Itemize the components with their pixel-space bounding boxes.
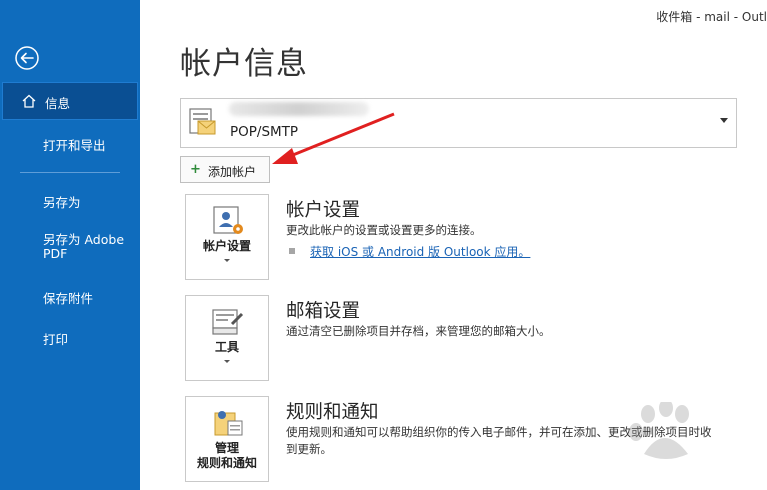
account-settings-description: 更改此帐户的设置或设置更多的连接。 [286, 223, 482, 237]
get-outlook-app-link[interactable]: 获取 iOS 或 Android 版 Outlook 应用。 [310, 243, 530, 260]
back-arrow-icon[interactable] [14, 45, 40, 71]
tools-button-label: 工具 [214, 340, 239, 354]
chevron-down-icon [224, 360, 230, 363]
sidebar: 信息 打开和导出 另存为 另存为 Adobe PDF 保存附件 打印 [0, 0, 140, 490]
window-title: 收件箱 - mail - Outl [656, 10, 767, 24]
account-settings-button-label: 帐户设置 [202, 239, 251, 253]
baidu-jingyan-watermark [629, 402, 689, 459]
nav-item-save-attachments[interactable]: 保存附件 [43, 288, 183, 307]
bullet-icon [289, 248, 295, 254]
mailbox-settings-description: 通过清空已删除项目并存档，来管理您的邮箱大小。 [286, 324, 551, 338]
dropdown-caret-icon[interactable] [720, 118, 728, 123]
account-settings-icon [213, 206, 243, 234]
nav-item-save-as[interactable]: 另存为 [43, 192, 183, 211]
page-title: 帐户信息 [180, 46, 308, 82]
nav-item-save-as-pdf[interactable]: 另存为 Adobe PDF [43, 233, 133, 261]
mailbox-settings-title: 邮箱设置 [286, 301, 361, 322]
email-account-icon [189, 108, 216, 135]
manage-rules-button[interactable]: 管理 规则和通知 [185, 396, 269, 482]
tools-button[interactable]: 工具 [185, 295, 269, 381]
add-account-label: 添加帐户 [208, 165, 257, 179]
nav-divider [20, 172, 120, 173]
nav-item-info[interactable]: 信息 [2, 82, 138, 120]
plus-icon: + [190, 162, 201, 177]
add-account-button[interactable]: + 添加帐户 [180, 156, 270, 183]
nav-item-print[interactable]: 打印 [43, 329, 183, 348]
rules-title: 规则和通知 [286, 402, 379, 423]
tools-icon [212, 309, 244, 335]
manage-rules-button-label: 管理 规则和通知 [196, 441, 257, 470]
account-settings-button[interactable]: 帐户设置 [185, 194, 269, 280]
home-icon [22, 94, 36, 108]
nav-item-open-export[interactable]: 打开和导出 [43, 135, 183, 154]
rules-icon [214, 411, 243, 436]
annotation-arrow [272, 112, 395, 164]
account-settings-title: 帐户设置 [286, 200, 361, 221]
chevron-down-icon [224, 259, 230, 262]
nav-item-label: 信息 [45, 96, 71, 111]
